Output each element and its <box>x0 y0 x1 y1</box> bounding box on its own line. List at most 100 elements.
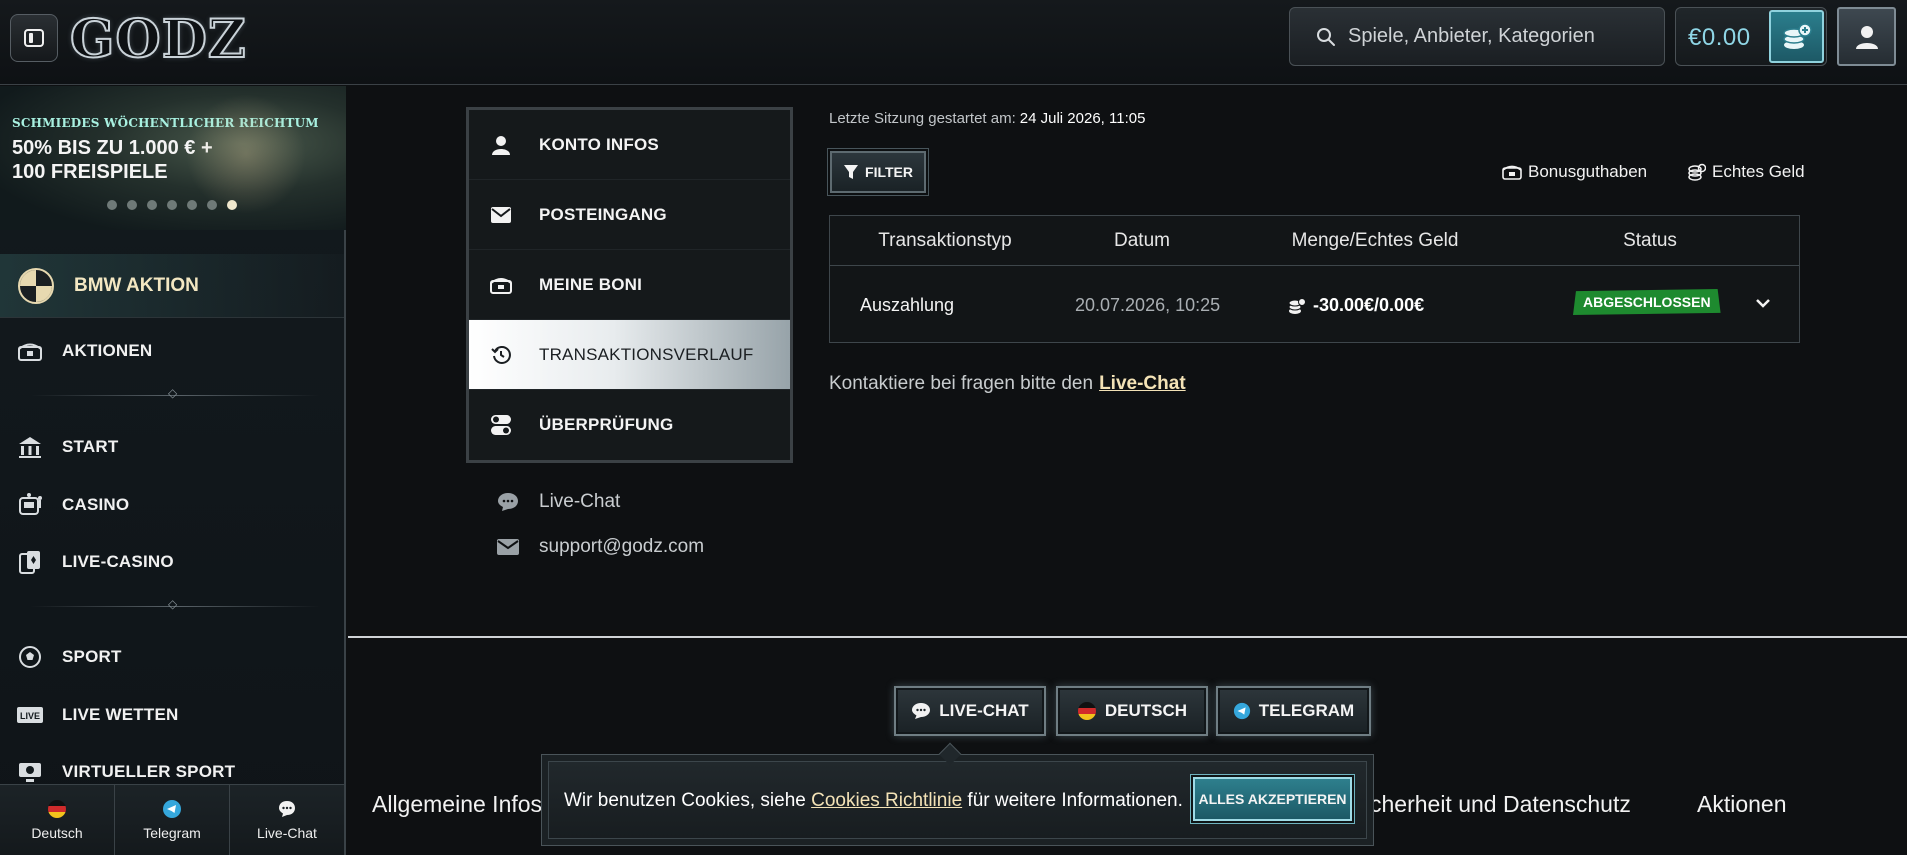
sidebar-item-label: VIRTUELLER SPORT <box>62 762 236 781</box>
cards-icon <box>14 549 46 575</box>
telegram-icon <box>1233 702 1250 720</box>
footer-livechat-button[interactable]: LIVE-CHAT <box>894 686 1046 736</box>
germany-flag-icon <box>1077 702 1096 720</box>
sidebar-item-label: LIVE WETTEN <box>62 705 179 724</box>
cookie-text-after: für weitere Informationen. <box>962 790 1183 811</box>
sidebar-divider <box>30 597 320 611</box>
account-menu-posteingang[interactable]: POSTEINGANG <box>469 180 790 250</box>
account-menu-ueberpruefung[interactable]: ÜBERPRÜFUNG <box>469 390 790 460</box>
contact-email-link[interactable]: support@godz.com <box>497 536 704 558</box>
footer-heading-general: Allgemeine Infos <box>372 791 543 817</box>
telegram-icon <box>163 800 181 818</box>
sidebar-feature-label: BMW AKTION <box>74 274 199 296</box>
sidebar-footer-livechat[interactable]: Live-Chat <box>230 785 344 855</box>
account-menu-label: POSTEINGANG <box>539 204 667 224</box>
row-expand-button[interactable] <box>1751 291 1775 315</box>
legend-real-money: Echtes Geld <box>1688 162 1805 182</box>
top-header: GODZ €0.00 <box>0 0 1907 85</box>
promo-banner[interactable]: SCHMIEDES WÖCHENTLICHER REICHTUM 50% BIS… <box>0 86 346 230</box>
last-session-info: Letzte Sitzung gestartet am: 24 Juli 2026… <box>829 110 1145 127</box>
sidebar-item-start[interactable]: START <box>0 423 344 471</box>
column-header-type: Transaktionstyp <box>878 230 1012 251</box>
sidebar: SCHMIEDES WÖCHENTLICHER REICHTUM 50% BIS… <box>0 86 346 855</box>
account-menu-konto-infos[interactable]: KONTO INFOS <box>469 110 790 180</box>
sidebar-item-label: START <box>62 437 119 456</box>
chest-icon <box>14 340 46 362</box>
search-icon <box>1317 27 1335 46</box>
svg-text:LIVE: LIVE <box>20 711 40 721</box>
cell-amount: -30.00€/0.00€ <box>1313 295 1425 315</box>
accept-cookies-button[interactable]: ALLES AKZEPTIEREN <box>1193 777 1352 821</box>
soccer-ball-icon <box>14 645 46 669</box>
footer-language-button[interactable]: DEUTSCH <box>1056 686 1208 736</box>
account-menu-meine-boni[interactable]: MEINE BONI <box>469 250 790 320</box>
carousel-dot[interactable] <box>147 200 157 210</box>
help-livechat-link[interactable]: Live-Chat <box>1099 373 1186 394</box>
chat-bubble-icon <box>912 703 931 719</box>
germany-flag-icon <box>48 800 66 818</box>
carousel-dot[interactable] <box>107 200 117 210</box>
promo-title: 50% BIS ZU 1.000 € + 100 FREISPIELE <box>12 137 213 183</box>
carousel-dot[interactable] <box>127 200 137 210</box>
account-menu-label: ÜBERPRÜFUNG <box>539 415 674 434</box>
sidebar-toggle-icon <box>24 29 44 47</box>
carousel-dot[interactable] <box>167 200 177 210</box>
sidebar-footer-telegram-label: Telegram <box>143 825 201 841</box>
session-label: Letzte Sitzung gestartet am: <box>829 110 1016 127</box>
coins-icon <box>1688 163 1706 181</box>
contact-livechat-label: Live-Chat <box>539 491 621 512</box>
footer-livechat-label: LIVE-CHAT <box>939 701 1029 720</box>
carousel-dot[interactable] <box>187 200 197 210</box>
live-badge-icon: LIVE <box>14 706 46 724</box>
transactions-table: Transaktionstyp Datum Menge/Echtes Geld … <box>829 215 1800 343</box>
sidebar-item-sport[interactable]: SPORT <box>0 633 344 681</box>
chevron-down-icon <box>1756 299 1770 308</box>
account-menu-transaktionsverlauf[interactable]: TRANSAKTIONSVERLAUF <box>469 320 790 390</box>
sidebar-item-live-wetten[interactable]: LIVE LIVE WETTEN <box>0 691 344 739</box>
contact-livechat-link[interactable]: Live-Chat <box>497 491 620 513</box>
site-logo[interactable]: GODZ <box>69 9 247 71</box>
promo-subtitle: SCHMIEDES WÖCHENTLICHER REICHTUM <box>12 116 319 130</box>
carousel-dot-active[interactable] <box>227 200 237 210</box>
carousel-dot[interactable] <box>207 200 217 210</box>
sidebar-toggle-button[interactable] <box>10 14 58 62</box>
cell-date: 20.07.2026, 10:25 <box>1075 295 1221 315</box>
coins-plus-icon <box>1782 22 1812 49</box>
sidebar-item-aktionen[interactable]: AKTIONEN <box>0 327 344 375</box>
filter-button-label: FILTER <box>865 164 913 180</box>
table-header: Transaktionstyp Datum Menge/Echtes Geld … <box>830 216 1799 266</box>
status-badge: ABGESCHLOSSEN <box>1573 289 1721 315</box>
search-input[interactable] <box>1348 25 1648 48</box>
column-header-amount: Menge/Echtes Geld <box>1291 230 1459 251</box>
footer-heading-security: cherheit und Datenschutz <box>1370 791 1631 817</box>
filter-button[interactable]: FILTER <box>830 151 926 193</box>
help-text: Kontaktiere bei fragen bitte den Live-Cha… <box>829 373 1186 395</box>
legend-real-label: Echtes Geld <box>1712 162 1805 181</box>
help-text-label: Kontaktiere bei fragen bitte den <box>829 373 1094 394</box>
cookie-text-before: Wir benutzen Cookies, siehe <box>564 790 812 811</box>
balance-widget: €0.00 <box>1675 7 1827 66</box>
treasure-icon <box>1502 165 1522 180</box>
cookie-banner: Wir benutzen Cookies, siehe Cookies Rich… <box>541 742 1374 847</box>
virtual-sport-icon <box>14 761 46 783</box>
sidebar-item-label: AKTIONEN <box>62 341 153 360</box>
footer-telegram-button[interactable]: TELEGRAM <box>1216 686 1371 736</box>
cookie-text: Wir benutzen Cookies, siehe Cookies Rich… <box>564 755 1183 847</box>
deposit-button[interactable] <box>1769 10 1824 63</box>
filter-icon <box>844 165 859 179</box>
footer-divider <box>348 636 1907 638</box>
user-account-button[interactable] <box>1837 7 1896 66</box>
search-box[interactable] <box>1289 7 1665 66</box>
balance-amount: €0.00 <box>1688 24 1751 51</box>
sidebar-footer-telegram[interactable]: Telegram <box>115 785 230 855</box>
sidebar-item-bmw-aktion[interactable]: BMW AKTION <box>0 254 344 318</box>
account-menu-label: KONTO INFOS <box>539 134 659 154</box>
cookie-policy-link[interactable]: Cookies Richtlinie <box>811 790 962 811</box>
sidebar-item-casino[interactable]: CASINO <box>0 481 344 529</box>
sidebar-footer-language[interactable]: Deutsch <box>0 785 115 855</box>
account-menu-label: MEINE BONI <box>539 274 643 294</box>
envelope-icon <box>497 539 519 555</box>
coins-icon <box>1288 267 1308 343</box>
temple-icon <box>14 435 46 459</box>
sidebar-item-live-casino[interactable]: LIVE-CASINO <box>0 538 344 586</box>
